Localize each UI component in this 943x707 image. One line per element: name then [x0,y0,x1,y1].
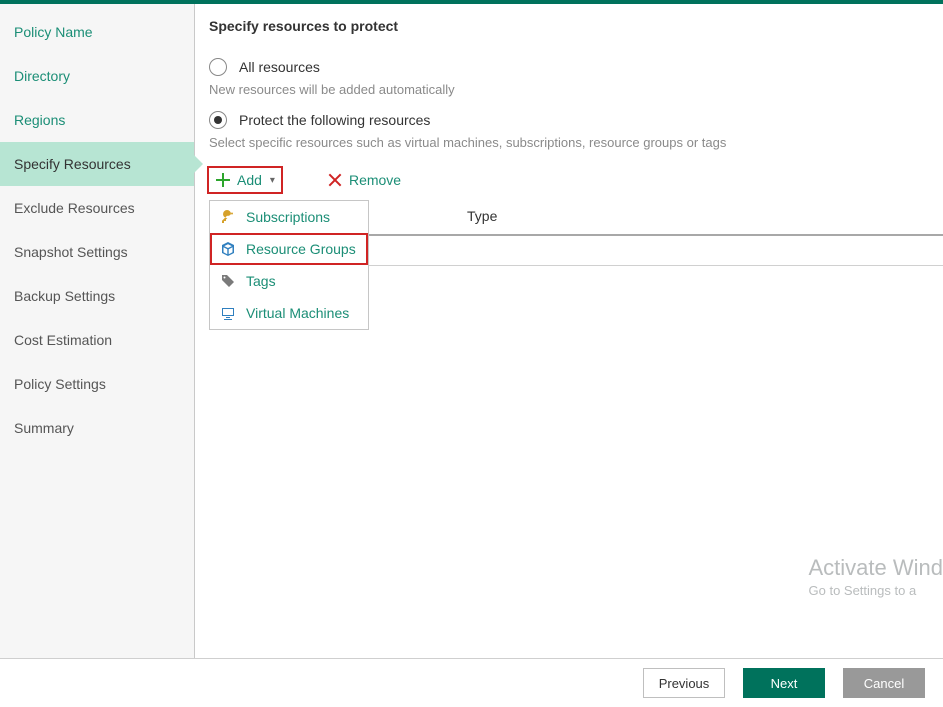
remove-button-label: Remove [349,172,401,188]
option-all-label: All resources [239,59,320,75]
add-menu-item-label: Virtual Machines [246,305,349,321]
sidebar-step-exclude-resources[interactable]: Exclude Resources [0,186,194,230]
watermark-line2: Go to Settings to a [809,583,943,598]
add-button[interactable]: Add ▾ [209,168,281,192]
previous-button[interactable]: Previous [643,668,725,698]
radio-all-resources[interactable] [209,58,227,76]
sidebar-step-policy-name[interactable]: Policy Name [0,10,194,54]
sidebar-step-summary[interactable]: Summary [0,406,194,450]
sidebar-step-specify-resources[interactable]: Specify Resources [0,142,194,186]
sidebar-step-policy-settings[interactable]: Policy Settings [0,362,194,406]
watermark-line1: Activate Wind [809,555,943,581]
remove-button[interactable]: Remove [321,168,407,192]
add-menu-tags[interactable]: Tags [210,265,368,297]
sidebar-step-directory[interactable]: Directory [0,54,194,98]
resources-toolbar: Add ▾ SubscriptionsResource GroupsTagsVi… [209,168,943,192]
add-menu-item-label: Tags [246,273,276,289]
sidebar-step-backup-settings[interactable]: Backup Settings [0,274,194,318]
x-icon [327,172,343,188]
key-icon [220,209,236,225]
wizard-steps-sidebar: Policy NameDirectoryRegionsSpecify Resou… [0,4,195,658]
option-specific-resources[interactable]: Protect the following resources Select s… [209,111,943,150]
radio-specific-resources[interactable] [209,111,227,129]
cube-icon [220,241,236,257]
add-dropdown-menu: Subscriptions Resource Groups Tags Virtual … [209,200,369,330]
add-menu-item-label: Resource Groups [246,241,356,257]
plus-icon [215,172,231,188]
add-menu-resource-groups[interactable]: Resource Groups [210,233,368,265]
wizard-footer: Previous Next Cancel [0,658,943,707]
resources-table-header: Type [357,198,943,236]
add-menu-subscriptions[interactable]: Subscriptions [210,201,368,233]
option-all-hint: New resources will be added automaticall… [209,82,943,97]
windows-activation-watermark: Activate Wind Go to Settings to a [799,555,943,598]
add-menu-item-label: Subscriptions [246,209,330,225]
option-all-resources[interactable]: All resources New resources will be adde… [209,58,943,97]
next-button[interactable]: Next [743,668,825,698]
vm-icon [220,305,236,321]
tag-icon [220,273,236,289]
option-specific-hint: Select specific resources such as virtua… [209,135,943,150]
sidebar-step-cost-estimation[interactable]: Cost Estimation [0,318,194,362]
wizard-main-panel: Specify resources to protect All resourc… [195,4,943,658]
sidebar-step-snapshot-settings[interactable]: Snapshot Settings [0,230,194,274]
wizard-layout: Policy NameDirectoryRegionsSpecify Resou… [0,4,943,658]
chevron-down-icon: ▾ [270,175,275,186]
cancel-button[interactable]: Cancel [843,668,925,698]
page-title: Specify resources to protect [209,18,943,34]
sidebar-step-regions[interactable]: Regions [0,98,194,142]
option-specific-label: Protect the following resources [239,112,430,128]
resources-table-empty-row [357,236,943,266]
add-button-label: Add [237,172,262,188]
column-type: Type [467,208,497,224]
add-menu-virtual-machines[interactable]: Virtual Machines [210,297,368,329]
